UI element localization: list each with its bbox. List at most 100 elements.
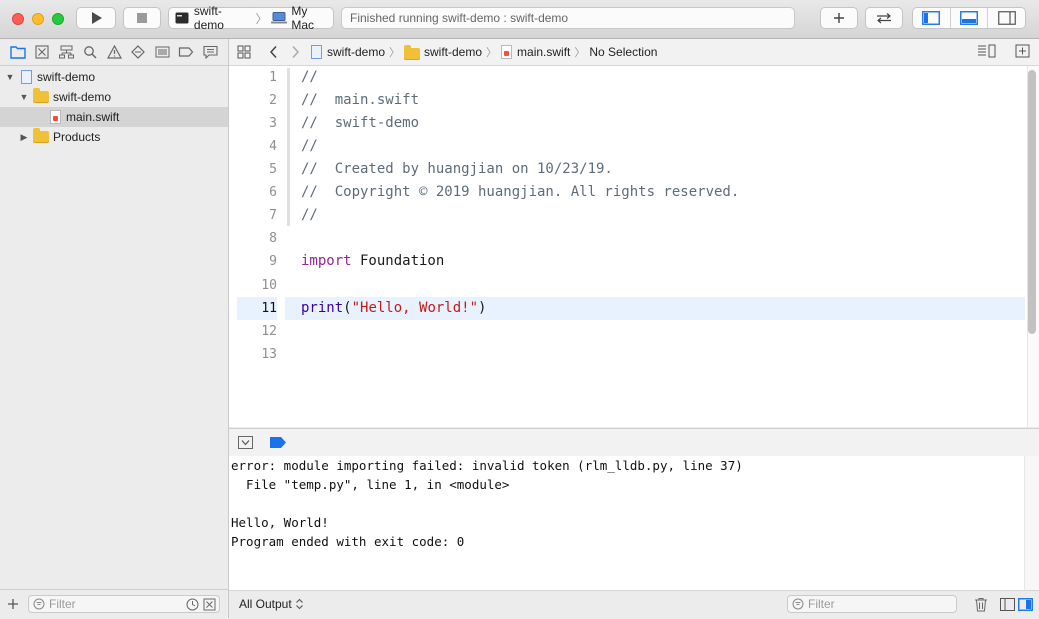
clear-console-button[interactable] bbox=[974, 597, 988, 612]
filter-icon bbox=[33, 598, 45, 610]
tree-item-project[interactable]: ▼ swift-demo bbox=[0, 67, 228, 87]
tab-report-navigator[interactable] bbox=[198, 42, 222, 62]
comment-fold-ribbon[interactable] bbox=[287, 68, 290, 226]
close-window-button[interactable] bbox=[12, 13, 24, 25]
line-number-gutter[interactable]: 1 2 3 4 5 6 7 8 9 10 11 12 13 bbox=[229, 66, 285, 427]
tab-source-control[interactable] bbox=[30, 42, 54, 62]
tab-issue-navigator[interactable] bbox=[102, 42, 126, 62]
related-items-button[interactable] bbox=[237, 45, 253, 59]
filter-scm-icon[interactable] bbox=[203, 598, 216, 611]
navigator-filter-field[interactable]: Filter bbox=[28, 595, 220, 613]
tree-item-products[interactable]: ▶ Products bbox=[0, 127, 228, 147]
disclosure-collapsed-icon[interactable]: ▶ bbox=[19, 132, 29, 143]
toggle-inspector-button[interactable] bbox=[988, 8, 1025, 28]
jump-bar: swift-demo 〉 swift-demo 〉 main.swift 〉 N… bbox=[229, 39, 1039, 66]
tree-item-label: swift-demo bbox=[53, 90, 112, 104]
breadcrumb-symbol[interactable]: No Selection bbox=[589, 45, 657, 59]
trash-icon bbox=[975, 598, 987, 612]
console-line: File "temp.py", line 1, in <module> bbox=[231, 477, 510, 492]
folder-icon bbox=[10, 46, 26, 59]
breadcrumb-project[interactable]: swift-demo bbox=[311, 45, 385, 59]
scheme-separator-icon: 〉 bbox=[255, 11, 268, 26]
swap-arrows-icon bbox=[877, 13, 891, 24]
line-number: 12 bbox=[261, 324, 277, 339]
library-button[interactable] bbox=[820, 7, 858, 29]
editor-scroll-thumb[interactable] bbox=[1028, 70, 1036, 334]
tab-project-navigator[interactable] bbox=[6, 42, 30, 62]
disclosure-expanded-icon[interactable]: ▼ bbox=[19, 92, 29, 102]
breadcrumb-group[interactable]: swift-demo bbox=[404, 44, 482, 60]
folder-icon bbox=[33, 88, 49, 103]
tab-debug-navigator[interactable] bbox=[150, 42, 174, 62]
right-panel-icon bbox=[997, 11, 1016, 25]
source-editor[interactable]: 1 2 3 4 5 6 7 8 9 10 11 12 13 // // main… bbox=[229, 66, 1039, 427]
diamond-icon bbox=[131, 45, 145, 59]
search-icon bbox=[84, 46, 97, 59]
debug-gauge-icon bbox=[155, 46, 169, 58]
minimize-window-button[interactable] bbox=[32, 13, 44, 25]
breadcrumb-separator-icon: 〉 bbox=[486, 47, 498, 59]
up-down-chevron-icon bbox=[295, 598, 303, 610]
plus-icon bbox=[834, 13, 844, 23]
code-line: print("Hello, World!") bbox=[301, 297, 486, 320]
tree-item-file[interactable]: main.swift bbox=[0, 107, 228, 127]
editor-options-button[interactable] bbox=[977, 44, 997, 58]
console-filter-field[interactable]: Filter bbox=[787, 595, 957, 613]
scheme-target-label: swift-demo bbox=[193, 4, 224, 32]
disclosure-expanded-icon[interactable]: ▼ bbox=[5, 72, 15, 82]
paren-token: ) bbox=[478, 300, 487, 316]
identifier-token: Foundation bbox=[351, 253, 445, 269]
code-line: // Created by huangjian on 10/23/19. bbox=[301, 161, 613, 177]
stop-icon bbox=[137, 13, 147, 23]
console-scrollbar[interactable] bbox=[1024, 456, 1039, 590]
bottom-panel-icon bbox=[960, 11, 978, 25]
hierarchy-icon bbox=[58, 45, 74, 59]
left-pane-icon bbox=[1000, 598, 1015, 611]
toggle-navigator-button[interactable] bbox=[913, 8, 951, 28]
scheme-device-label: My Mac bbox=[291, 4, 315, 32]
stop-button[interactable] bbox=[123, 7, 161, 29]
console-footer: All Output Filter bbox=[229, 590, 1039, 619]
keyword-token: import bbox=[301, 253, 352, 269]
toggle-debug-area-button[interactable] bbox=[951, 8, 989, 28]
hide-debug-area-button[interactable] bbox=[238, 436, 253, 449]
tab-test-navigator[interactable] bbox=[126, 42, 150, 62]
lines-list-icon bbox=[978, 44, 996, 58]
back-button[interactable] bbox=[269, 45, 281, 59]
debug-console[interactable]: error: module importing failed: invalid … bbox=[229, 456, 1024, 590]
paren-token: ( bbox=[343, 300, 352, 316]
tab-symbol-navigator[interactable] bbox=[54, 42, 78, 62]
output-filter-selector[interactable]: All Output bbox=[239, 597, 304, 611]
line-number: 9 bbox=[269, 254, 277, 269]
speech-bubble-icon bbox=[202, 45, 218, 59]
line-number: 13 bbox=[261, 347, 277, 362]
project-navigator: ▼ swift-demo ▼ swift-demo main.swift ▶ P… bbox=[0, 39, 229, 618]
line-number: 10 bbox=[261, 278, 277, 293]
clock-icon[interactable] bbox=[186, 598, 199, 611]
run-button[interactable] bbox=[76, 7, 116, 29]
output-selector-label: All Output bbox=[239, 597, 292, 611]
tree-item-group[interactable]: ▼ swift-demo bbox=[0, 87, 228, 107]
play-icon bbox=[92, 12, 102, 24]
line-number: 6 bbox=[269, 185, 277, 200]
zoom-window-button[interactable] bbox=[52, 13, 64, 25]
split-editor-button[interactable] bbox=[1015, 44, 1030, 58]
forward-button[interactable] bbox=[291, 45, 303, 59]
xcode-project-icon bbox=[21, 70, 32, 84]
tab-breakpoint-navigator[interactable] bbox=[174, 42, 198, 62]
show-console-view-button[interactable] bbox=[1018, 598, 1033, 611]
code-review-button[interactable] bbox=[865, 7, 903, 29]
console-line: Hello, World! bbox=[231, 515, 329, 530]
code-line: // bbox=[301, 138, 318, 154]
breakpoints-toggle-button[interactable] bbox=[270, 437, 286, 448]
swift-file-icon bbox=[501, 45, 513, 59]
tab-find-navigator[interactable] bbox=[78, 42, 102, 62]
scheme-selector[interactable]: swift-demo 〉 My Mac bbox=[168, 4, 334, 32]
add-file-button[interactable] bbox=[7, 598, 25, 610]
breadcrumb-separator-icon: 〉 bbox=[574, 47, 586, 59]
breadcrumb-file[interactable]: main.swift bbox=[501, 45, 570, 59]
show-variables-view-button[interactable] bbox=[1000, 598, 1015, 611]
code-line: // Copyright © 2019 huangjian. All right… bbox=[301, 184, 740, 200]
plus-icon bbox=[8, 599, 18, 609]
right-pane-icon bbox=[1018, 598, 1033, 611]
